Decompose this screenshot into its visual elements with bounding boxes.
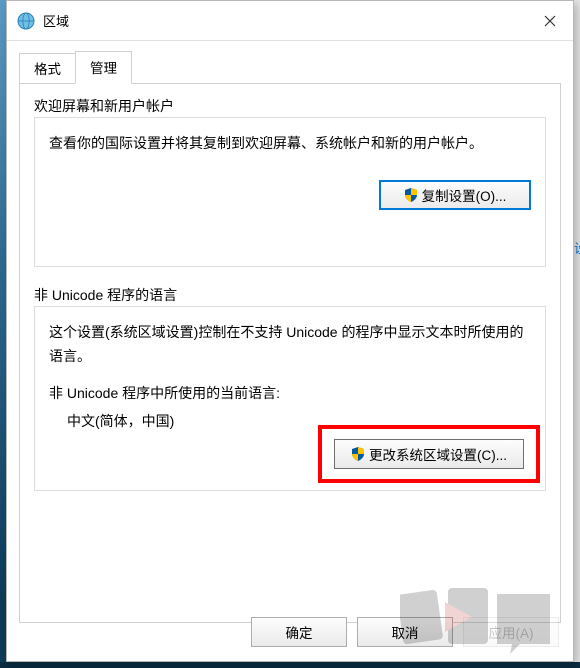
close-button[interactable] — [527, 1, 573, 40]
current-language-label: 非 Unicode 程序中所使用的当前语言: — [49, 383, 531, 403]
apply-button[interactable]: 应用(A) — [463, 617, 559, 647]
titlebar: 区域 — [7, 1, 573, 41]
group-welcome: 欢迎屏幕和新用户帐户 查看你的国际设置并将其复制到欢迎屏幕、系统帐户和新的用户帐… — [34, 96, 546, 267]
group-nonunicode: 非 Unicode 程序的语言 这个设置(系统区域设置)控制在不支持 Unico… — [34, 285, 546, 491]
group-nonunicode-box: 这个设置(系统区域设置)控制在不支持 Unicode 的程序中显示文本时所使用的… — [34, 306, 546, 491]
uac-shield-icon — [351, 447, 365, 461]
group-nonunicode-title: 非 Unicode 程序的语言 — [34, 285, 546, 305]
tab-content: 欢迎屏幕和新用户帐户 查看你的国际设置并将其复制到欢迎屏幕、系统帐户和新的用户帐… — [19, 83, 561, 623]
footer-buttons: 确定 取消 应用(A) — [251, 617, 559, 647]
group-welcome-desc: 查看你的国际设置并将其复制到欢迎屏幕、系统帐户和新的用户帐户。 — [49, 132, 531, 156]
window-title: 区域 — [43, 11, 527, 30]
highlight-box: 更改系统区域设置(C)... — [318, 425, 540, 483]
tabs: 格式 管理 — [7, 41, 573, 83]
uac-shield-icon — [404, 188, 418, 202]
group-welcome-title: 欢迎屏幕和新用户帐户 — [34, 96, 546, 116]
tab-admin[interactable]: 管理 — [75, 51, 132, 84]
partial-link: 设 — [574, 238, 580, 254]
dialog-window: 区域 格式 管理 欢迎屏幕和新用户帐户 查看你的国际设置并将其复制到欢迎屏幕、系… — [6, 0, 574, 662]
copy-settings-label: 复制设置(O)... — [422, 185, 507, 205]
copy-settings-button[interactable]: 复制设置(O)... — [379, 180, 531, 210]
bottom-edge-strip — [0, 662, 580, 668]
cancel-button[interactable]: 取消 — [357, 617, 453, 647]
group-nonunicode-desc: 这个设置(系统区域设置)控制在不支持 Unicode 的程序中显示文本时所使用的… — [49, 321, 531, 369]
group-welcome-box: 查看你的国际设置并将其复制到欢迎屏幕、系统帐户和新的用户帐户。 复制设置(O).… — [34, 117, 546, 267]
change-system-locale-label: 更改系统区域设置(C)... — [369, 444, 507, 464]
tab-format[interactable]: 格式 — [19, 53, 75, 83]
region-icon — [17, 12, 35, 30]
change-system-locale-button[interactable]: 更改系统区域设置(C)... — [334, 439, 524, 469]
ok-button[interactable]: 确定 — [251, 617, 347, 647]
